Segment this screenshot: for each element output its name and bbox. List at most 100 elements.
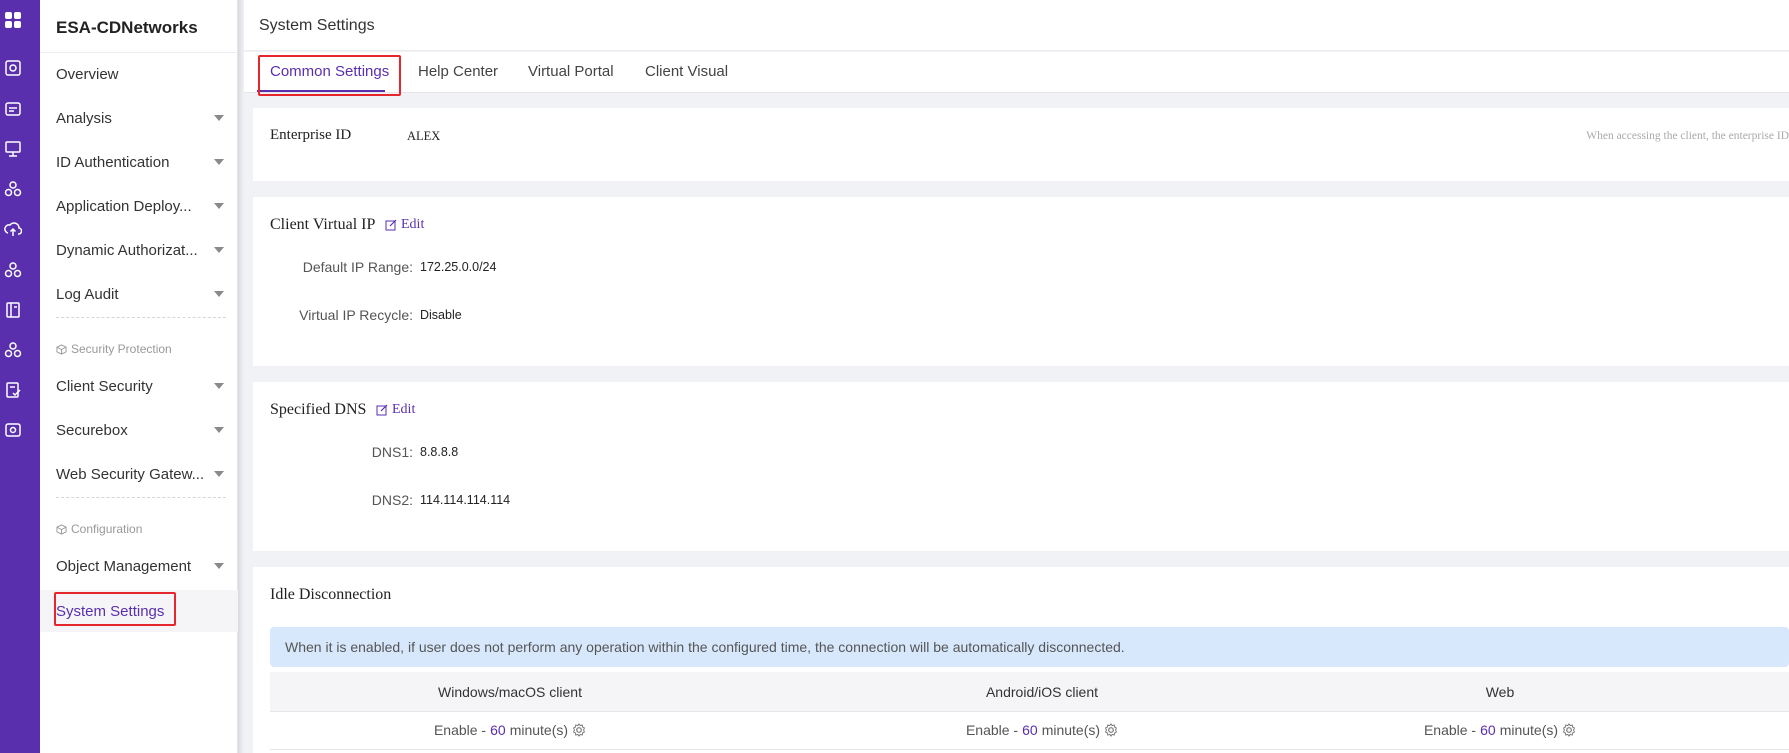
sidebar-item-web-security-gateway[interactable]: Web Security Gatew... — [56, 460, 226, 488]
timeout-value: 60 — [1022, 722, 1038, 738]
enterprise-id-hint: When accessing the client, the enterpris… — [1586, 130, 1789, 142]
sidebar-item-securebox[interactable]: Securebox — [56, 416, 226, 444]
sidebar-item-label: Client Security — [56, 377, 153, 395]
sidebar-item-application-deploy[interactable]: Application Deploy... — [56, 192, 226, 220]
sidebar-item-label: Log Audit — [56, 285, 119, 303]
sidebar-item-analysis[interactable]: Analysis — [56, 104, 226, 132]
page-title: System Settings — [259, 17, 375, 34]
cloud-upload-icon[interactable] — [4, 220, 22, 238]
enterprise-id-value: ALEX — [407, 129, 441, 143]
cluster-icon[interactable] — [4, 180, 22, 198]
edit-icon — [385, 219, 397, 231]
sidebar-item-client-security[interactable]: Client Security — [56, 372, 226, 400]
unit-text: minute(s) — [509, 722, 569, 738]
chevron-down-icon — [214, 471, 224, 477]
chevron-down-icon — [214, 247, 224, 253]
cluster-icon[interactable] — [4, 341, 22, 359]
dns1-value: 8.8.8.8 — [420, 445, 459, 459]
dns1-label: DNS1: — [371, 444, 413, 460]
edit-dns-button[interactable]: Edit — [376, 402, 415, 418]
header: System Settings — [244, 0, 1789, 51]
sidebar-item-id-authentication[interactable]: ID Authentication — [56, 148, 226, 176]
table-header: Windows/macOS client Android/iOS client … — [270, 672, 1789, 712]
column-header: Windows/macOS client — [438, 684, 582, 700]
table-cell: Enable - 60 minute(s) — [1350, 722, 1650, 738]
id-card-icon[interactable] — [4, 100, 22, 118]
sidebar-item-dynamic-authorization[interactable]: Dynamic Authorizat... — [56, 236, 226, 264]
divider — [56, 497, 226, 498]
gear-icon[interactable] — [572, 723, 586, 737]
monitor-icon[interactable] — [4, 140, 22, 158]
chevron-down-icon — [214, 383, 224, 389]
table-cell: Enable - 60 minute(s) — [892, 722, 1192, 738]
sidebar-item-object-management[interactable]: Object Management — [56, 552, 226, 580]
status-text: Enable - — [1423, 722, 1477, 738]
virtual-ip-recycle-label: Virtual IP Recycle: — [299, 307, 413, 323]
unit-text: minute(s) — [1041, 722, 1101, 738]
highlight-box — [258, 55, 401, 96]
enterprise-id-card: Enterprise ID ALEX When accessing the cl… — [253, 108, 1789, 181]
divider — [56, 317, 226, 318]
section-label: Configuration — [71, 522, 143, 536]
unit-text: minute(s) — [1499, 722, 1559, 738]
status-text: Enable - — [965, 722, 1019, 738]
sidebar-item-label: ID Authentication — [56, 153, 170, 171]
cluster-icon[interactable] — [4, 261, 22, 279]
sidebar-item-label: Overview — [56, 65, 119, 83]
sidebar-item-label: Analysis — [56, 109, 112, 127]
status-text: Enable - — [433, 722, 487, 738]
enterprise-id-label: Enterprise ID — [270, 127, 352, 143]
sidebar-item-label: Object Management — [56, 557, 192, 575]
sidebar: ESA-CDNetworks Overview Analysis ID Auth… — [40, 0, 238, 753]
section-title: Idle Disconnection — [270, 586, 392, 603]
cube-icon — [56, 343, 67, 355]
timeout-value: 60 — [1480, 722, 1496, 738]
book-icon[interactable] — [4, 301, 22, 319]
tab-virtual-portal[interactable]: Virtual Portal — [528, 63, 614, 80]
idle-disconnection-card: Idle Disconnection When it is enabled, i… — [253, 567, 1789, 753]
apps-icon[interactable] — [4, 11, 22, 29]
sidebar-item-label: Dynamic Authorizat... — [56, 241, 198, 259]
chevron-down-icon — [214, 427, 224, 433]
sidebar-shadow — [238, 0, 244, 753]
gateway-icon[interactable] — [4, 421, 22, 439]
audit-icon[interactable] — [4, 381, 22, 399]
specified-dns-card: Specified DNS Edit DNS1: 8.8.8.8 DNS2: 1… — [253, 382, 1789, 551]
column-header: Android/iOS client — [985, 684, 1099, 700]
chevron-down-icon — [214, 203, 224, 209]
brand-title: ESA-CDNetworks — [56, 18, 198, 37]
dns2-value: 114.114.114.114 — [420, 493, 511, 507]
gear-icon[interactable] — [1562, 723, 1576, 737]
default-ip-range-value: 172.25.0.0/24 — [420, 260, 497, 274]
chevron-down-icon — [214, 563, 224, 569]
chevron-down-icon — [214, 291, 224, 297]
sidebar-item-label: Application Deploy... — [56, 197, 192, 215]
sidebar-item-label: Securebox — [56, 421, 128, 439]
shield-icon[interactable] — [4, 59, 22, 77]
info-banner: When it is enabled, if user does not per… — [270, 627, 1789, 667]
sidebar-item-log-audit[interactable]: Log Audit — [56, 280, 226, 308]
sidebar-item-overview[interactable]: Overview — [56, 60, 226, 88]
edit-label: Edit — [401, 217, 425, 232]
tab-help-center[interactable]: Help Center — [418, 63, 498, 80]
edit-label: Edit — [392, 402, 416, 417]
chevron-down-icon — [214, 159, 224, 165]
section-title: Specified DNS — [270, 401, 367, 418]
edit-icon — [376, 404, 388, 416]
column-header: Web — [1485, 684, 1515, 700]
section-configuration: Configuration — [56, 522, 142, 536]
icon-rail — [0, 0, 40, 753]
timeout-value: 60 — [490, 722, 506, 738]
info-banner-text: When it is enabled, if user does not per… — [285, 639, 1125, 655]
default-ip-range-label: Default IP Range: — [302, 259, 413, 275]
edit-virtual-ip-button[interactable]: Edit — [385, 217, 424, 233]
chevron-down-icon — [214, 115, 224, 121]
tab-client-visual[interactable]: Client Visual — [645, 63, 728, 80]
cube-icon — [56, 523, 67, 535]
section-title: Client Virtual IP — [270, 216, 376, 233]
table-row: Enable - 60 minute(s) Enable - 60 minute… — [270, 712, 1789, 750]
virtual-ip-recycle-value: Disable — [420, 308, 462, 322]
gear-icon[interactable] — [1104, 723, 1118, 737]
section-security-protection: Security Protection — [56, 342, 172, 356]
client-virtual-ip-card: Client Virtual IP Edit Default IP Range:… — [253, 197, 1789, 366]
